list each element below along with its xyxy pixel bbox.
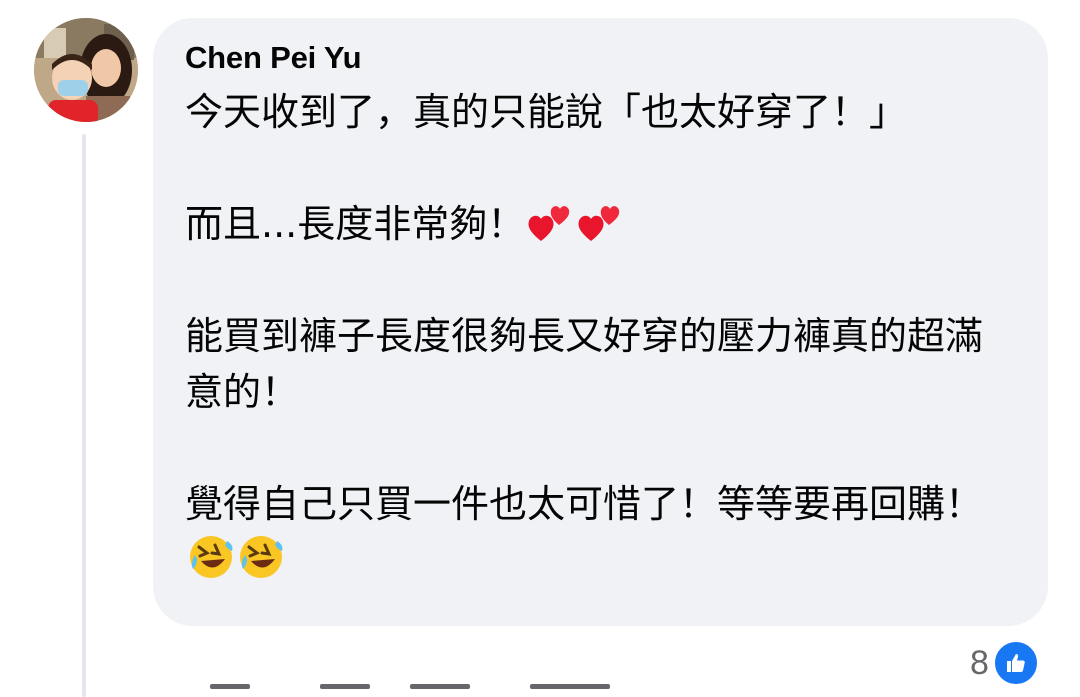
thread-line [82,134,86,697]
comment-thread: Chen Pei Yu 今天收到了，真的只能說「也太好穿了！」 而且...長度非… [0,0,1080,697]
comment-bubble: Chen Pei Yu 今天收到了，真的只能說「也太好穿了！」 而且...長度非… [153,18,1048,626]
avatar-photo [34,18,138,122]
comment-paragraph-text: 覺得自己只買一件也太可惜了！等等要再回購！ [185,482,984,526]
comment-paragraph-text: 而且...長度非常夠！ [185,202,526,246]
comment-paragraph: 能買到褲子長度很夠長又好穿的壓力褲真的超滿意的！ [185,308,1015,420]
rolling-laughing-icon [190,536,233,578]
comment-paragraph: 今天收到了，真的只能說「也太好穿了！」 [185,84,1015,140]
thumbs-up-icon [1006,654,1025,672]
comment-body: 今天收到了，真的只能說「也太好穿了！」 而且...長度非常夠！ 能買到褲子長度很… [185,84,1015,588]
comment-author[interactable]: Chen Pei Yu [185,38,362,78]
like-icon [992,640,1039,686]
two-hearts-icon [528,206,570,241]
comment-actions-cutoff [210,678,630,697]
two-hearts-icon [578,206,620,241]
avatar[interactable] [34,18,138,122]
comment-paragraph-text: 今天收到了，真的只能說「也太好穿了！」 [185,90,908,134]
comment-paragraph-text: 能買到褲子長度很夠長又好穿的壓力褲真的超滿意的！ [185,314,984,414]
comment-paragraph: 而且...長度非常夠！ [185,196,1015,252]
reaction-count: 8 [970,643,989,682]
rolling-laughing-icon [240,536,283,578]
comment-paragraph: 覺得自己只買一件也太可惜了！等等要再回購！ [185,476,1015,588]
reaction-summary[interactable]: 8 [970,640,1039,686]
